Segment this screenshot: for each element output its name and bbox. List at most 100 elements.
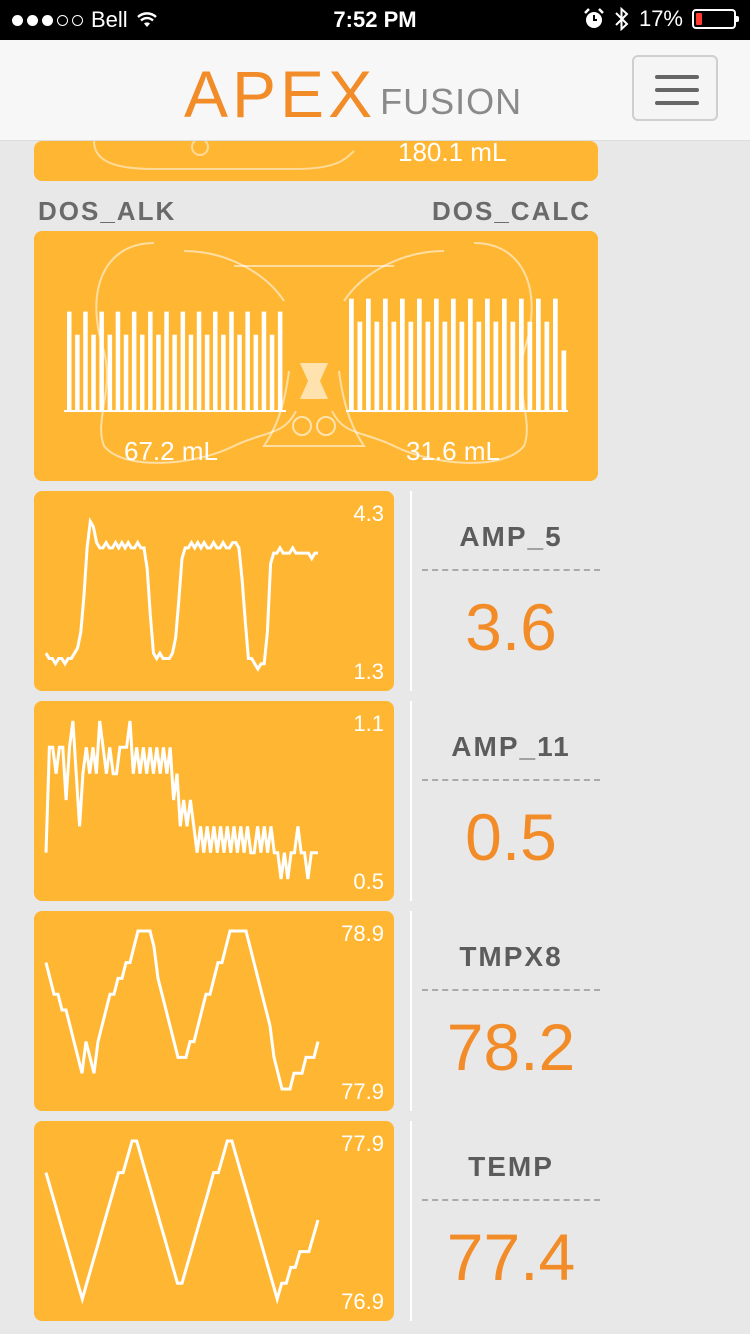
pump-outline-graphic xyxy=(93,141,355,170)
battery-percent: 17% xyxy=(638,6,683,31)
dosing-bar xyxy=(148,311,153,411)
dosing-bar xyxy=(527,321,533,411)
dosing-bar xyxy=(400,298,405,411)
dosing-bar xyxy=(221,334,226,411)
dosing-bar xyxy=(349,298,354,411)
dosing-bar xyxy=(519,298,524,411)
probe-stat[interactable]: TEMP 77.4 xyxy=(410,1121,610,1321)
probe-graph-tile[interactable]: 4.3 1.3 xyxy=(34,491,394,691)
dosing-bar xyxy=(408,321,414,411)
dosing-bar xyxy=(374,321,380,411)
dosing-left-volume: 67.2 mL xyxy=(124,436,218,466)
probe-stat[interactable]: AMP_11 0.5 xyxy=(410,701,610,901)
dosing-bar xyxy=(245,311,250,411)
dosing-bar xyxy=(196,311,202,411)
dosing-bar xyxy=(391,321,397,411)
dosing-bar xyxy=(188,334,194,411)
dosing-bar xyxy=(164,311,169,411)
dosing-bar xyxy=(442,321,448,411)
probe-name: AMP_11 xyxy=(451,731,571,762)
dosing-bar xyxy=(107,334,113,411)
probe-graph-min: 76.9 xyxy=(341,1289,384,1314)
probe-graph xyxy=(44,929,320,1091)
dosing-bar xyxy=(425,321,431,411)
menu-button[interactable] xyxy=(632,55,718,121)
dosing-bar xyxy=(536,298,541,411)
dosing-bar xyxy=(493,321,499,411)
dosing-bar xyxy=(83,311,88,411)
bluetooth-icon xyxy=(615,7,629,31)
dosing-left-bars xyxy=(67,311,283,411)
dosing-tile-top[interactable]: 180.1 mL xyxy=(34,141,598,181)
probe-graph-tile[interactable]: 78.9 77.9 xyxy=(34,911,394,1111)
dosing-bar xyxy=(451,298,456,411)
top-tile-volume: 180.1 mL xyxy=(398,141,507,167)
probe-divider xyxy=(422,1199,600,1201)
dosing-bar xyxy=(180,311,186,411)
apex-fusion-logo[interactable]: APEX FUSION xyxy=(184,61,523,127)
probe-graph-tile[interactable]: 77.9 76.9 xyxy=(34,1121,394,1321)
dosing-bar xyxy=(123,334,129,411)
probe-graph-min: 0.5 xyxy=(353,869,384,894)
probe-graph xyxy=(44,720,318,880)
probe-stat[interactable]: AMP_5 3.6 xyxy=(410,491,610,691)
dosing-right-volume: 31.6 mL xyxy=(406,436,500,466)
hamburger-icon xyxy=(655,75,699,79)
probe-graph-max: 77.9 xyxy=(341,1131,384,1156)
dosing-bar xyxy=(485,298,490,411)
dosing-pump-graphic xyxy=(64,242,568,464)
dosing-bar xyxy=(468,298,473,411)
dosing-bar xyxy=(172,334,177,411)
dosing-bar xyxy=(434,298,439,411)
dosing-bar xyxy=(75,334,80,411)
dosing-bar xyxy=(67,311,72,411)
probe-graph-min: 1.3 xyxy=(353,659,384,684)
probe-divider xyxy=(422,569,600,571)
dosing-bar xyxy=(510,321,516,411)
dosing-bar xyxy=(544,321,550,411)
dosing-bar xyxy=(213,311,218,411)
dosing-right-bars xyxy=(349,298,567,411)
probe-name: AMP_5 xyxy=(459,521,563,552)
dosing-bar xyxy=(553,298,558,411)
dosing-bar xyxy=(237,334,242,411)
probe-stat[interactable]: TMPX8 78.2 xyxy=(410,911,610,1111)
dosing-bar xyxy=(115,311,121,411)
probe-graph-line xyxy=(44,929,320,1091)
probe-graph-min: 77.9 xyxy=(341,1079,384,1104)
probe-graph-line xyxy=(44,516,318,672)
dosing-bar xyxy=(561,350,567,411)
probe-graph-line xyxy=(44,720,318,880)
battery-icon xyxy=(692,9,739,29)
probe-graph xyxy=(44,1139,320,1305)
dosing-bar xyxy=(277,311,283,411)
probe-value: 77.4 xyxy=(446,1220,576,1294)
dosing-bar xyxy=(261,311,267,411)
probe-graph-max: 78.9 xyxy=(341,921,384,946)
probe-name: TEMP xyxy=(468,1151,554,1182)
alarm-icon xyxy=(584,8,604,28)
dosing-bar xyxy=(476,321,482,411)
dosing-bar xyxy=(156,334,161,411)
probe-divider xyxy=(422,779,600,781)
probe-name: TMPX8 xyxy=(459,941,563,972)
dosing-bar xyxy=(253,334,259,411)
probe-value: 3.6 xyxy=(465,590,557,664)
probe-graph-line xyxy=(44,1139,320,1305)
dosing-bar xyxy=(91,334,96,411)
probe-divider xyxy=(422,989,600,991)
probe-graph-tile[interactable]: 1.1 0.5 xyxy=(34,701,394,901)
status-right-group: 17% xyxy=(583,6,739,32)
app-header: APEX FUSION xyxy=(0,40,750,141)
probe-graph-max: 1.1 xyxy=(353,711,384,736)
probe-graph xyxy=(44,516,318,672)
dosing-bar xyxy=(383,298,388,411)
dosing-bar xyxy=(357,321,363,411)
probe-value: 78.2 xyxy=(446,1010,576,1084)
dosing-bar xyxy=(204,334,210,411)
logo-fusion-text: FUSION xyxy=(380,81,523,122)
dosing-bar xyxy=(99,311,104,411)
dosing-tile[interactable]: 67.2 mL 31.6 mL xyxy=(34,231,598,481)
dosing-bar xyxy=(417,298,422,411)
dosing-left-name: DOS_ALK xyxy=(38,196,177,226)
